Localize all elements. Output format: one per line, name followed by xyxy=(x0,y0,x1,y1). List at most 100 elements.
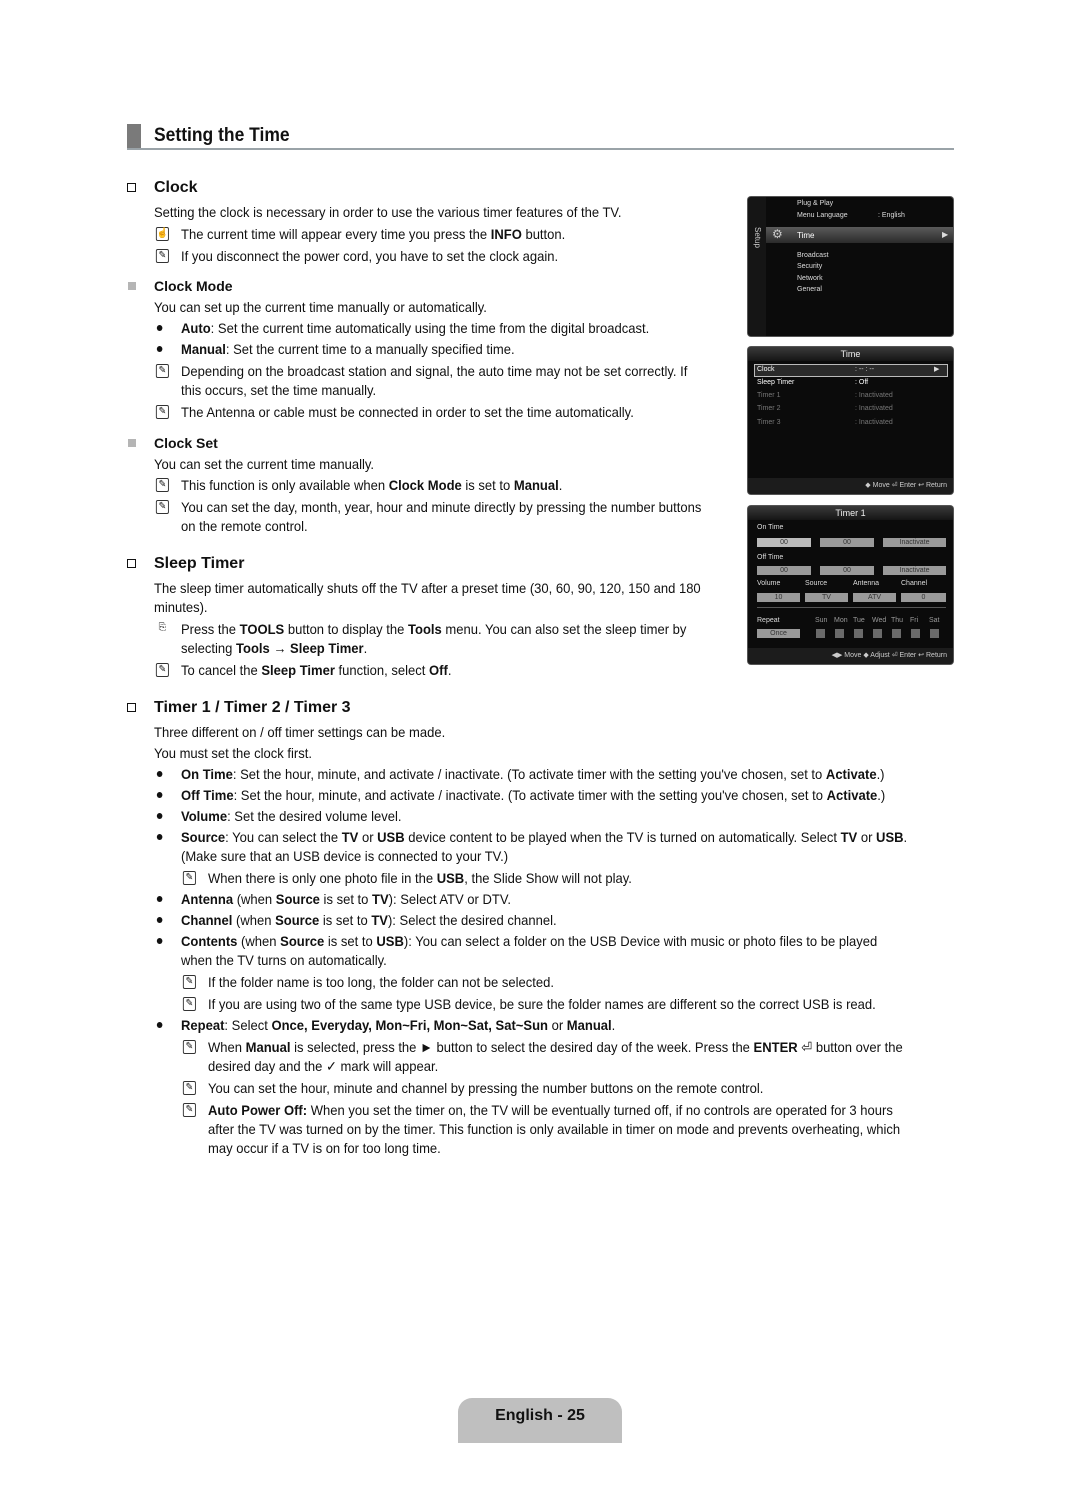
day-label: Sun xyxy=(815,617,828,624)
time-row-value: : Off xyxy=(855,379,869,386)
time-row-label[interactable]: Timer 1 xyxy=(757,392,780,399)
note-icon: ✎ xyxy=(155,405,169,419)
clock-set-note1: ✎ This function is only available when C… xyxy=(155,476,562,495)
timers-intro1: Three different on / off timer settings … xyxy=(154,724,446,740)
day-label: Fri xyxy=(910,617,919,624)
repeat-field[interactable]: Once xyxy=(757,629,800,638)
timers-contents: Contents (when Source is set to USB): Yo… xyxy=(156,932,877,951)
note-icon: ✎ xyxy=(182,997,196,1011)
square-bullet-icon xyxy=(128,439,136,447)
sleep-intro-cont: minutes). xyxy=(154,599,208,615)
day-label: Tue xyxy=(853,617,865,624)
setup-item[interactable]: Plug & Play xyxy=(797,200,833,207)
clock-note-power: ✎ If you disconnect the power cord, you … xyxy=(155,247,558,266)
off-minute-field[interactable]: 00 xyxy=(820,566,874,575)
tools-icon: ⎘ xyxy=(158,622,167,633)
tv-setup-menu-screenshot: Setup ⚙ Plug & Play Menu Language : Engl… xyxy=(748,197,953,336)
off-state-field[interactable]: Inactivate xyxy=(883,566,946,575)
time-row-label[interactable]: Timer 2 xyxy=(757,405,780,412)
page-footer-tab: English - 25 xyxy=(458,1398,622,1443)
source-label: Source xyxy=(805,580,828,587)
on-hour-field[interactable]: 00 xyxy=(757,538,811,547)
time-row-value: : Inactivated xyxy=(855,392,893,399)
time-menu-title: Time xyxy=(748,347,953,361)
setup-item[interactable]: Menu Language xyxy=(797,212,848,219)
clock-heading: Clock xyxy=(127,178,198,198)
bullet-icon xyxy=(156,771,163,777)
gear-icon: ⚙ xyxy=(772,227,783,241)
timers-source-cont: (Make sure that an USB device is connect… xyxy=(181,848,509,864)
time-row-label[interactable]: Timer 3 xyxy=(757,419,780,426)
timer1-footer: ◀▶ Move ◆ Adjust ⏎ Enter ↩ Return xyxy=(748,648,953,664)
setup-item[interactable]: General xyxy=(797,286,822,293)
day-checkbox[interactable] xyxy=(816,629,825,638)
day-checkbox[interactable] xyxy=(854,629,863,638)
clock-mode-intro: You can set up the current time manually… xyxy=(154,299,487,315)
day-checkbox[interactable] xyxy=(911,629,920,638)
sleep-tools-note: ⎘ Press the TOOLS button to display the … xyxy=(159,620,687,639)
repeat-label: Repeat xyxy=(757,617,780,624)
day-checkbox[interactable] xyxy=(835,629,844,638)
timers-on-time: On Time: Set the hour, minute, and activ… xyxy=(156,765,885,784)
section-title-bar: Setting the Time xyxy=(127,124,954,150)
day-label: Thu xyxy=(891,617,904,624)
antenna-field[interactable]: ATV xyxy=(853,593,896,602)
checkbox-bullet-icon xyxy=(127,183,136,192)
setup-item[interactable]: Broadcast xyxy=(797,252,829,259)
clock-set-intro: You can set the current time manually. xyxy=(154,456,375,472)
clock-set-note2-cont: on the remote control. xyxy=(181,518,308,534)
on-state-field[interactable]: Inactivate xyxy=(883,538,946,547)
clock-mode-note1: ✎ Depending on the broadcast station and… xyxy=(155,362,687,381)
title-marker xyxy=(127,124,141,150)
title-underline xyxy=(127,148,954,150)
time-row-label[interactable]: Clock xyxy=(757,366,775,373)
day-checkbox[interactable] xyxy=(930,629,939,638)
setup-item-time[interactable]: Time xyxy=(797,231,814,240)
setup-item[interactable]: Network xyxy=(797,275,823,282)
time-row-value: : Inactivated xyxy=(855,405,893,412)
day-checkbox[interactable] xyxy=(873,629,882,638)
timers-repeat: Repeat: Select Once, Everyday, Mon~Fri, … xyxy=(156,1016,615,1035)
note-icon: ✎ xyxy=(182,871,196,885)
clock-set-note2: ✎ You can set the day, month, year, hour… xyxy=(155,498,701,517)
time-row-label[interactable]: Sleep Timer xyxy=(757,379,794,386)
day-label: Wed xyxy=(872,617,887,624)
timers-manual-note: ✎ When Manual is selected, press the ► b… xyxy=(182,1038,903,1057)
off-time-label: Off Time xyxy=(757,554,784,561)
info-button-icon: ☝ xyxy=(155,227,169,241)
timers-contents-cont: when the TV turns on automatically. xyxy=(181,952,387,968)
timers-intro2: You must set the clock first. xyxy=(154,745,312,761)
bullet-icon xyxy=(156,834,163,840)
clock-set-heading: Clock Set xyxy=(128,435,218,451)
timers-antenna: Antenna (when Source is set to TV): Sele… xyxy=(156,890,511,909)
timers-manual-note-cont: desired day and the ✓ mark will appear. xyxy=(208,1058,439,1074)
on-minute-field[interactable]: 00 xyxy=(820,538,874,547)
tv-time-menu-screenshot: Time Clock : -- : -- ▶ Sleep Timer : Off… xyxy=(748,347,953,494)
tv-timer1-screenshot: Timer 1 On Time 00 00 Inactivate Off Tim… xyxy=(748,506,953,664)
note-icon: ✎ xyxy=(182,975,196,989)
timers-source: Source: You can select the TV or USB dev… xyxy=(156,828,907,847)
timers-off-time: Off Time: Set the hour, minute, and acti… xyxy=(156,786,885,805)
channel-label: Channel xyxy=(901,580,928,587)
bullet-icon xyxy=(156,938,163,944)
setup-selected-row xyxy=(766,227,953,243)
clock-intro: Setting the clock is necessary in order … xyxy=(154,204,622,220)
bullet-icon xyxy=(156,325,163,331)
volume-field[interactable]: 10 xyxy=(757,593,800,602)
off-hour-field[interactable]: 00 xyxy=(757,566,811,575)
sleep-timer-heading: Sleep Timer xyxy=(127,554,244,574)
enter-icon: ⏎ xyxy=(797,1039,813,1055)
divider xyxy=(757,607,946,608)
timers-auto-off: ✎ Auto Power Off: When you set the timer… xyxy=(182,1101,893,1120)
note-icon: ✎ xyxy=(182,1081,196,1095)
bullet-icon xyxy=(156,917,163,923)
channel-field[interactable]: 0 xyxy=(901,593,946,602)
setup-item[interactable]: Security xyxy=(797,263,822,270)
clock-mode-note2: ✎ The Antenna or cable must be connected… xyxy=(155,403,634,422)
note-icon: ✎ xyxy=(155,478,169,492)
note-icon: ✎ xyxy=(155,249,169,263)
note-icon: ✎ xyxy=(155,663,169,677)
timers-auto-off-l3: may occur if a TV is on for too long tim… xyxy=(208,1140,441,1156)
source-field[interactable]: TV xyxy=(805,593,848,602)
day-checkbox[interactable] xyxy=(892,629,901,638)
